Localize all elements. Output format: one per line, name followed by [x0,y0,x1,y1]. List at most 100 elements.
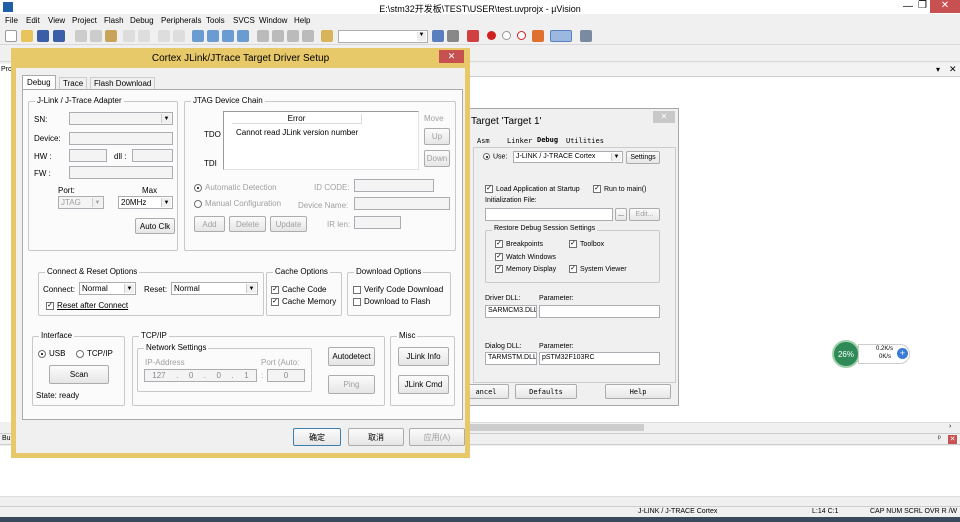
menu-tools[interactable]: Tools [206,16,225,25]
bookmark-clear-icon[interactable] [237,30,249,42]
build-output-hscroll[interactable] [0,496,960,505]
pin-icon[interactable]: ᵖ [938,435,941,442]
tab-close-icon[interactable]: ✕ [949,64,957,75]
incremental-find-icon[interactable] [447,30,459,42]
jtag-device-list[interactable]: Error Cannot read JLink version number [223,111,419,170]
manual-config-radio[interactable]: Manual Configuration [194,199,281,208]
menu-flash[interactable]: Flash [104,16,124,25]
jlink-cmd-button[interactable]: JLink Cmd [398,375,449,394]
run-main-check[interactable]: ✓ Run to main() [593,185,646,193]
scan-button[interactable]: Scan [49,365,109,384]
tcpip-radio[interactable]: TCP/IP [76,349,113,358]
edit-button[interactable]: Edit... [629,208,660,221]
menu-svcs[interactable]: SVCS [233,16,255,25]
jlink-dialog-close-icon[interactable]: ✕ [439,50,464,63]
bookmark-next-icon[interactable] [222,30,234,42]
system-viewer-check[interactable]: ✓ System Viewer [569,265,627,273]
watch-windows-check[interactable]: ✓ Watch Windows [495,253,556,261]
add-button[interactable]: Add [194,216,225,232]
breakpoint-disabled-icon[interactable] [502,31,511,40]
delete-button[interactable]: Delete [229,216,266,232]
uncomment-icon[interactable] [302,30,314,42]
copy-icon[interactable] [90,30,102,42]
reset-after-connect-check[interactable]: ✓ Reset after Connect [46,301,128,310]
add-icon[interactable]: + [897,348,908,359]
find-icon[interactable] [432,30,444,42]
paste-icon[interactable] [105,30,117,42]
ip-address-input[interactable]: 127. 0. 0. 1 [144,369,257,382]
download-to-flash-check[interactable]: Download to Flash [353,297,430,306]
nav-back-icon[interactable] [158,30,170,42]
maximize-icon[interactable]: ❐ [918,0,927,11]
apply-button[interactable]: 应用(A) [409,428,465,446]
breakpoint-icon[interactable] [487,31,496,40]
menu-file[interactable]: File [5,16,18,25]
menu-debug[interactable]: Debug [130,16,154,25]
memory-display-check[interactable]: ✓ Memory Display [495,265,556,273]
update-button[interactable]: Update [270,216,307,232]
jlink-info-button[interactable]: JLink Info [398,347,449,366]
panel-close-icon[interactable]: ✕ [948,435,957,444]
cancel-button[interactable]: 取消 [348,428,404,446]
options-target-close-icon[interactable]: ✕ [653,111,675,123]
kill-all-breakpoints-icon[interactable] [532,30,544,42]
menu-window[interactable]: Window [259,16,287,25]
autodetect-button[interactable]: Autodetect [328,347,375,366]
driver-param-input[interactable] [539,305,660,318]
new-file-icon[interactable] [5,30,17,42]
toolbox-check[interactable]: ✓ Toolbox [569,240,604,248]
minimize-icon[interactable]: — [903,1,913,12]
undo-icon[interactable] [123,30,135,42]
tab-trace[interactable]: Trace [59,77,88,89]
move-up-button[interactable]: Up [424,128,450,145]
redo-icon[interactable] [138,30,150,42]
configure-icon[interactable] [580,30,592,42]
auto-detect-radio[interactable]: Automatic Detection [194,183,277,192]
move-down-button[interactable]: Down [424,150,450,167]
menu-peripherals[interactable]: Peripherals [161,16,201,25]
save-icon[interactable] [37,30,49,42]
help-button[interactable]: Help [605,384,671,399]
tab-debug-setup[interactable]: Debug [22,75,56,90]
use-radio[interactable]: Use: [483,153,507,160]
load-app-check[interactable]: ✓ Load Application at Startup [485,185,580,193]
debug-session-icon[interactable] [467,30,479,42]
connect-select[interactable]: Normal ▼ [79,282,136,295]
find-in-files-icon[interactable] [321,30,333,42]
driver-dll-input[interactable]: SARMCM3.DLL [485,305,537,318]
scroll-right-icon[interactable]: › [949,423,951,430]
tab-debug[interactable]: Debug [537,136,558,144]
dialog-param-input[interactable]: pSTM32F103RC [539,352,660,365]
network-widget[interactable]: 26% 0.2K/s 0K/s + [832,340,912,368]
defaults-button[interactable]: Defaults [515,384,577,399]
close-icon[interactable]: ✕ [930,0,960,13]
id-code-input[interactable] [354,179,434,192]
max-clock-select[interactable]: 20MHz ▼ [118,196,173,209]
ping-button[interactable]: Ping [328,375,375,394]
cache-memory-check[interactable]: ✓ Cache Memory [271,297,336,306]
menu-project[interactable]: Project [72,16,97,25]
tab-asm[interactable]: Asm [477,137,490,145]
open-file-icon[interactable] [21,30,33,42]
tab-utilities[interactable]: Utilities [566,137,604,145]
save-all-icon[interactable] [53,30,65,42]
init-file-input[interactable] [485,208,613,221]
comment-icon[interactable] [287,30,299,42]
debugger-select[interactable]: J-LINK / J-TRACE Cortex ▼ [513,151,623,163]
device-name-input[interactable] [354,197,450,210]
settings-button[interactable]: Settings [626,151,660,164]
window-layout-icon[interactable] [550,30,572,42]
browse-button[interactable]: ... [615,208,627,221]
menu-view[interactable]: View [48,16,65,25]
indent-icon[interactable] [257,30,269,42]
tab-flash-download[interactable]: Flash Download [90,77,156,89]
usb-radio[interactable]: USB [38,349,65,358]
auto-clk-button[interactable]: Auto Clk [135,218,175,234]
menu-edit[interactable]: Edit [26,16,40,25]
bookmark-prev-icon[interactable] [207,30,219,42]
find-combo[interactable]: ▼ [338,30,428,43]
cut-icon[interactable] [75,30,87,42]
reset-select[interactable]: Normal ▼ [171,282,258,295]
ir-len-input[interactable] [354,216,401,229]
breakpoints-check[interactable]: ✓ Breakpoints [495,240,543,248]
